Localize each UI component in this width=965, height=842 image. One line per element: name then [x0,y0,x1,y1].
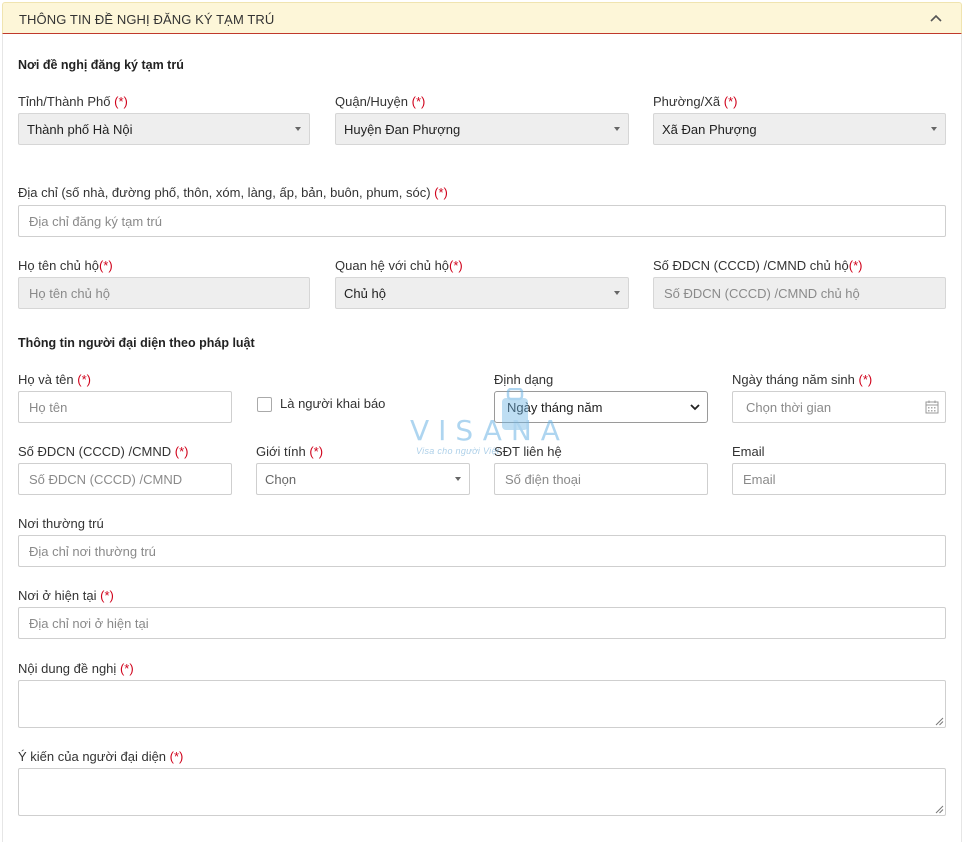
resize-grip-icon[interactable] [934,716,944,726]
phone-label: SĐT liên hệ [494,444,562,459]
id-number-input[interactable]: Số ĐDCN (CCCD) /CMND [18,463,232,495]
section-title-location: Nơi đề nghị đăng ký tạm trú [18,58,184,72]
head-id-label: Số ĐDCN (CCCD) /CMND chủ hộ(*) [653,258,863,273]
opinion-textarea[interactable] [18,768,946,816]
format-label: Định dạng [494,372,554,387]
caret-down-icon [295,127,301,131]
relation-label: Quan hệ với chủ hộ(*) [335,258,463,273]
opinion-label: Ý kiến của người đại diện (*) [18,749,184,764]
head-name-label: Họ tên chủ hộ(*) [18,258,113,273]
full-name-input[interactable]: Họ tên [18,391,232,423]
address-label: Địa chỉ (số nhà, đường phố, thôn, xóm, l… [18,185,448,200]
ward-select[interactable]: Xã Đan Phượng [653,113,946,145]
relation-select[interactable]: Chủ hộ [335,277,629,309]
caret-down-icon [455,477,461,481]
permanent-address-label: Nơi thường trú [18,516,104,531]
chevron-up-icon[interactable] [929,13,943,23]
calendar-icon[interactable] [925,400,939,414]
dob-label: Ngày tháng năm sinh (*) [732,372,873,387]
id-number-label: Số ĐDCN (CCCD) /CMND (*) [18,444,189,459]
caret-down-icon [614,291,620,295]
permanent-address-input[interactable]: Địa chỉ nơi thường trú [18,535,946,567]
district-label: Quận/Huyện (*) [335,94,426,109]
caret-down-icon [614,127,620,131]
email-input[interactable]: Email [732,463,946,495]
email-label: Email [732,444,765,459]
dob-input[interactable]: Chọn thời gian [732,391,946,423]
format-select[interactable]: Ngày tháng năm [494,391,708,423]
is-declarant-checkbox[interactable] [257,397,272,412]
is-declarant-label: Là người khai báo [280,396,386,411]
chevron-down-icon [690,404,700,411]
gender-label: Giới tính (*) [256,444,324,459]
head-name-input[interactable]: Họ tên chủ hộ [18,277,310,309]
ward-label: Phường/Xã (*) [653,94,738,109]
request-content-textarea[interactable] [18,680,946,728]
caret-down-icon [931,127,937,131]
district-select[interactable]: Huyện Đan Phượng [335,113,629,145]
address-input[interactable]: Địa chỉ đăng ký tạm trú [18,205,946,237]
gender-select[interactable]: Chọn [256,463,470,495]
head-id-input[interactable]: Số ĐDCN (CCCD) /CMND chủ hộ [653,277,946,309]
province-label: Tỉnh/Thành Phố (*) [18,94,128,109]
resize-grip-icon[interactable] [934,804,944,814]
phone-input[interactable]: Số điện thoại [494,463,708,495]
request-content-label: Nội dung đề nghị (*) [18,661,134,676]
panel-title: THÔNG TIN ĐỀ NGHỊ ĐĂNG KÝ TẠM TRÚ [19,12,275,27]
panel-header[interactable]: THÔNG TIN ĐỀ NGHỊ ĐĂNG KÝ TẠM TRÚ [2,2,962,34]
current-address-label: Nơi ở hiện tại (*) [18,588,114,603]
province-select[interactable]: Thành phố Hà Nội [18,113,310,145]
full-name-label: Họ và tên (*) [18,372,91,387]
section-title-representative: Thông tin người đại diện theo pháp luật [18,336,255,350]
current-address-input[interactable]: Địa chỉ nơi ở hiện tại [18,607,946,639]
